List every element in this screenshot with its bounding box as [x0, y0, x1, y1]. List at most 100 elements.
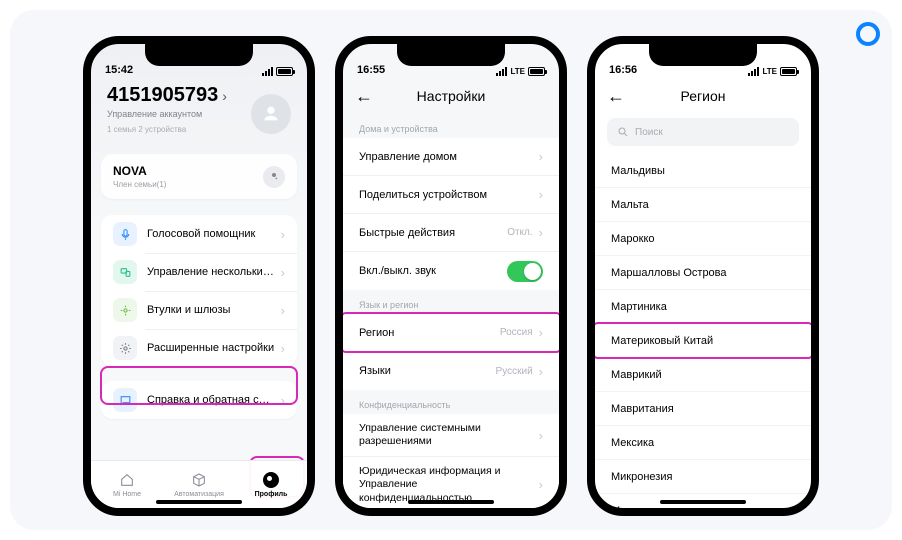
signal-icon [262, 67, 273, 76]
region-item[interactable]: Мартиника [595, 290, 811, 324]
status-right: LTE [496, 67, 545, 76]
section-lang-region: Язык и регион [343, 290, 559, 314]
chevron-right-icon: › [281, 303, 285, 318]
region-item[interactable]: Марокко [595, 222, 811, 256]
home-members: Член семьи(1) [113, 180, 166, 189]
chevron-right-icon: › [539, 187, 543, 202]
row-value: Русский [496, 366, 533, 377]
network-label: LTE [510, 67, 525, 76]
menu-multi-devices[interactable]: Управление несколькими ус… › [101, 253, 297, 291]
search-placeholder: Поиск [635, 127, 663, 138]
region-name: Мартиника [611, 301, 667, 313]
add-member-button[interactable] [263, 166, 285, 188]
region-name: Мексика [611, 437, 654, 449]
row-quick-actions[interactable]: Быстрые действия Откл. › [343, 214, 559, 252]
row-value: Россия [500, 327, 533, 338]
region-item[interactable]: Молдавия [595, 494, 811, 516]
tab-label: Профиль [255, 491, 288, 498]
row-region[interactable]: Регион Россия › [343, 314, 559, 352]
tab-mi-home[interactable]: Mi Home [91, 461, 163, 508]
home-card[interactable]: NOVA Член семьи(1) [101, 154, 297, 199]
section-privacy: Конфиденциальность [343, 390, 559, 414]
row-label: Управление системными разрешениями [359, 422, 519, 448]
signal-icon [748, 67, 759, 76]
region-name: Молдавия [611, 505, 663, 517]
region-name: Мальдивы [611, 165, 665, 177]
menu-help-feedback[interactable]: Справка и обратная связь › [101, 381, 297, 419]
menu-voice-assistant[interactable]: Голосовой помощник › [101, 215, 297, 253]
region-item[interactable]: Маршалловы Острова [595, 256, 811, 290]
row-share-device[interactable]: Поделиться устройством › [343, 176, 559, 214]
region-name: Материковый Китай [611, 335, 713, 347]
row-label: Быстрые действия [359, 227, 455, 239]
region-name: Маврикий [611, 369, 662, 381]
row-sound-toggle[interactable]: Вкл./выкл. звук [343, 252, 559, 290]
tab-profile[interactable]: Профиль [235, 461, 307, 508]
gear-icon [113, 336, 137, 360]
clock: 16:55 [357, 64, 385, 76]
menu-label: Справка и обратная связь [147, 394, 275, 406]
row-label: Управление домом [359, 151, 457, 163]
search-icon [617, 126, 629, 138]
row-label: Вкл./выкл. звук [359, 265, 436, 277]
row-home-management[interactable]: Управление домом › [343, 138, 559, 176]
back-button[interactable]: ← [607, 86, 625, 107]
menu-label: Голосовой помощник [147, 228, 275, 240]
notch [145, 44, 253, 66]
chevron-right-icon: › [222, 88, 227, 104]
menu-hubs[interactable]: Втулки и шлюзы › [101, 291, 297, 329]
region-item-mainland-china[interactable]: Материковый Китай [595, 324, 811, 358]
row-label: Юридическая информация и Управление конф… [359, 465, 529, 504]
home-icon [118, 471, 136, 489]
region-item[interactable]: Маврикий [595, 358, 811, 392]
cube-icon [190, 471, 208, 489]
clock: 16:56 [609, 64, 637, 76]
notch [397, 44, 505, 66]
signal-icon [496, 67, 507, 76]
row-value: Откл. [507, 227, 532, 238]
home-indicator [156, 500, 242, 504]
battery-icon [276, 67, 293, 76]
region-item[interactable]: Мальта [595, 188, 811, 222]
avatar-icon[interactable] [251, 94, 291, 134]
region-item[interactable]: Мальдивы [595, 154, 811, 188]
phone-profile: 15:42 4151905793 › Управление аккаунтом … [83, 36, 315, 516]
chevron-right-icon: › [281, 265, 285, 280]
section-home-devices: Дома и устройства [343, 114, 559, 138]
menu-advanced-settings[interactable]: Расширенные настройки › [101, 329, 297, 367]
row-label: Языки [359, 365, 391, 377]
chevron-right-icon: › [539, 325, 543, 340]
battery-icon [780, 67, 797, 76]
search-input[interactable]: Поиск [607, 118, 799, 146]
back-button[interactable]: ← [355, 86, 373, 107]
profile-icon [262, 471, 280, 489]
tab-label: Mi Home [113, 491, 141, 498]
menu-label: Управление несколькими ус… [147, 266, 275, 278]
region-item[interactable]: Мавритания [595, 392, 811, 426]
region-list: Мальдивы Мальта Марокко Маршалловы Остро… [595, 154, 811, 516]
tab-label: Автоматизация [174, 491, 224, 498]
network-label: LTE [762, 67, 777, 76]
region-name: Мавритания [611, 403, 674, 415]
clock: 15:42 [105, 64, 133, 76]
region-name: Марокко [611, 233, 655, 245]
home-indicator [660, 500, 746, 504]
menu-group-1: Голосовой помощник › Управление нескольк… [101, 215, 297, 367]
home-indicator [408, 500, 494, 504]
region-item[interactable]: Мексика [595, 426, 811, 460]
region-name: Маршалловы Острова [611, 267, 727, 279]
voice-icon [113, 222, 137, 246]
chevron-right-icon: › [539, 364, 543, 379]
header: ← Настройки [343, 78, 559, 114]
toggle-on-icon[interactable] [507, 261, 543, 282]
status-right [262, 67, 293, 76]
status-right: LTE [748, 67, 797, 76]
row-languages[interactable]: Языки Русский › [343, 352, 559, 390]
menu-label: Расширенные настройки [147, 342, 275, 354]
region-item[interactable]: Микронезия [595, 460, 811, 494]
chevron-right-icon: › [281, 227, 285, 242]
row-system-permissions[interactable]: Управление системными разрешениями › [343, 414, 559, 457]
region-name: Микронезия [611, 471, 672, 483]
chevron-right-icon: › [281, 341, 285, 356]
battery-icon [528, 67, 545, 76]
